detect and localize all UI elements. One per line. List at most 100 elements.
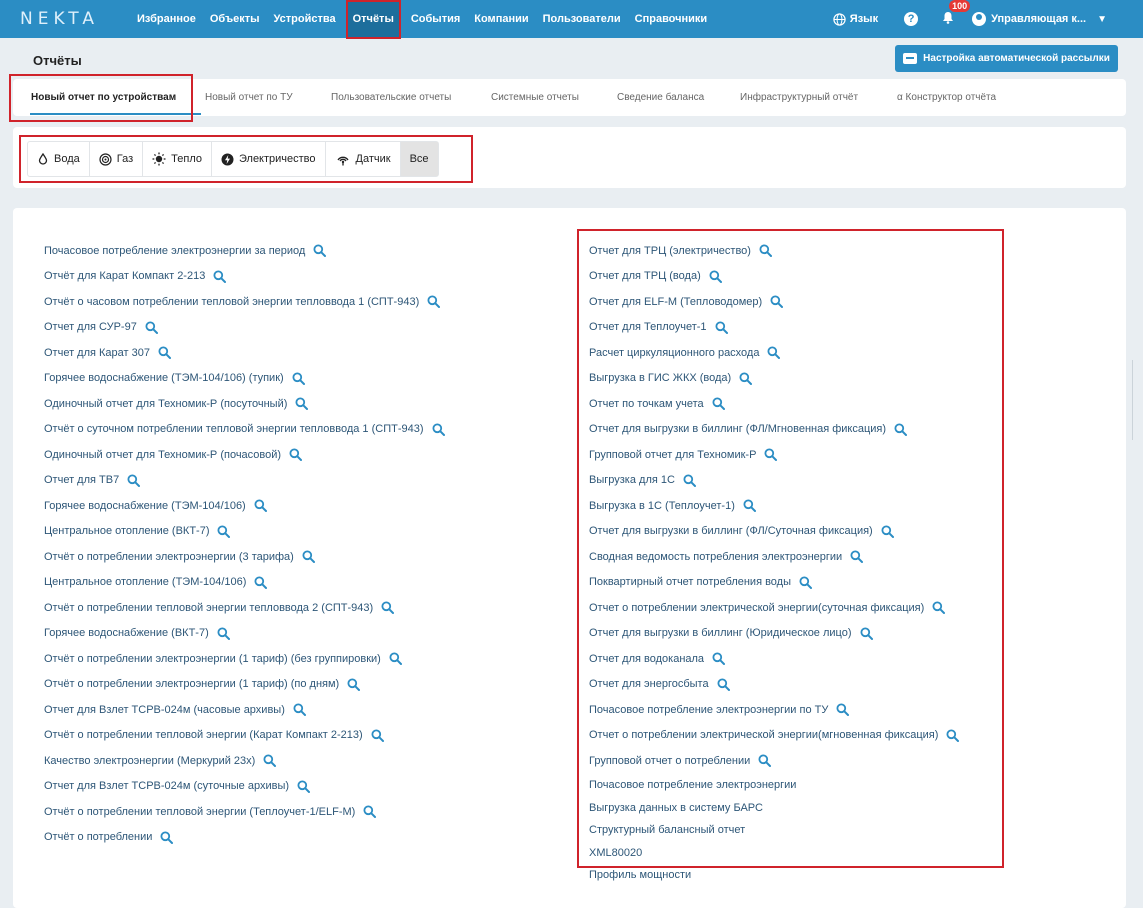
report-link[interactable]: Выгрузка в ГИС ЖКХ (вода) [589, 372, 731, 384]
report-link[interactable]: Групповой отчет о потреблении [589, 755, 750, 767]
report-link[interactable]: Выгрузка в 1С (Теплоучет-1) [589, 500, 735, 512]
search-icon[interactable] [217, 525, 231, 538]
report-item[interactable]: Отчёт о потреблении электроэнергии (1 та… [44, 652, 402, 665]
search-icon[interactable] [263, 754, 277, 767]
tab-infrastructure-report[interactable]: Инфраструктурный отчёт [740, 79, 858, 116]
search-icon[interactable] [158, 346, 171, 359]
report-link[interactable]: Горячее водоснабжение (ТЭМ-104/106) [44, 500, 246, 512]
search-icon[interactable] [932, 601, 946, 614]
report-item[interactable]: Структурный балансный отчет [589, 824, 745, 836]
nav-companies[interactable]: Компании [467, 0, 535, 38]
report-item[interactable]: Отчёт для Карат Компакт 2-213 [44, 270, 227, 283]
report-link[interactable]: Групповой отчет для Техномик-Р [589, 449, 756, 461]
report-item[interactable]: Центральное отопление (ТЭМ-104/106) [44, 576, 268, 589]
report-item[interactable]: Групповой отчет для Техномик-Р [589, 448, 778, 461]
tab-balance-summary[interactable]: Сведение баланса [617, 79, 704, 116]
tab-system-reports[interactable]: Системные отчеты [491, 79, 579, 116]
search-icon[interactable] [297, 780, 311, 793]
report-item[interactable]: Отчет для ТРЦ (вода) [589, 270, 722, 283]
report-item[interactable]: Отчет по точкам учета [589, 397, 725, 410]
search-icon[interactable] [295, 397, 309, 410]
search-icon[interactable] [712, 397, 725, 410]
filter-water[interactable]: Вода [28, 142, 90, 176]
filter-all[interactable]: Все [400, 142, 438, 176]
report-link[interactable]: Отчет для Взлет ТСРВ-024м (суточные архи… [44, 780, 289, 792]
report-link[interactable]: Выгрузка для 1С [589, 474, 675, 486]
tab-device-report[interactable]: Новый отчет по устройствам [31, 79, 176, 116]
nav-events[interactable]: События [404, 0, 467, 38]
search-icon[interactable] [739, 372, 753, 385]
report-link[interactable]: Отчет для ТВ7 [44, 474, 119, 486]
logo[interactable]: NEKTA [20, 9, 99, 29]
search-icon[interactable] [770, 295, 784, 308]
search-icon[interactable] [363, 805, 377, 818]
report-link[interactable]: Отчет о потреблении электрической энерги… [589, 602, 924, 614]
search-icon[interactable] [145, 321, 158, 334]
nav-objects[interactable]: Объекты [203, 0, 267, 38]
filter-electricity[interactable]: Электричество [212, 142, 326, 176]
report-item[interactable]: Профиль мощности [589, 869, 691, 881]
report-link[interactable]: Поквартирный отчет потребления воды [589, 576, 791, 588]
report-item[interactable]: Отчет для Карат 307 [44, 346, 171, 359]
search-icon[interactable] [715, 321, 728, 334]
report-link[interactable]: Отчёт о потреблении тепловой энергии (Ка… [44, 729, 363, 741]
report-item[interactable]: Почасовое потребление электроэнергии [589, 779, 796, 791]
search-icon[interactable] [254, 499, 267, 512]
report-item[interactable]: Качество электроэнергии (Меркурий 23х) [44, 754, 277, 767]
report-link[interactable]: Отчёт о потреблении электроэнергии (1 та… [44, 653, 381, 665]
report-item[interactable]: Отчет для водоканала [589, 652, 726, 665]
search-icon[interactable] [881, 525, 894, 538]
report-link[interactable]: Центральное отопление (ВКТ-7) [44, 525, 209, 537]
search-icon[interactable] [946, 729, 960, 742]
search-icon[interactable] [381, 601, 395, 614]
report-link[interactable]: Отчет для ELF-M (Тепловодомер) [589, 296, 762, 308]
report-item[interactable]: Отчёт о потреблении тепловой энергии (Ка… [44, 729, 384, 742]
report-item[interactable]: Почасовое потребление электроэнергии по … [589, 703, 850, 716]
search-icon[interactable] [289, 448, 303, 461]
report-item[interactable]: Одиночный отчет для Техномик-Р (почасово… [44, 448, 303, 461]
report-item[interactable]: Отчёт о потреблении тепловой энергии (Те… [44, 805, 377, 818]
nav-favorites[interactable]: Избранное [130, 0, 203, 38]
report-link[interactable]: Отчет для СУР-97 [44, 321, 137, 333]
report-item[interactable]: Отчет о потреблении электрической энерги… [589, 601, 946, 614]
report-link[interactable]: Почасовое потребление электроэнергии [589, 779, 796, 791]
report-item[interactable]: Отчет для СУР-97 [44, 321, 158, 334]
report-link[interactable]: Отчет для ТРЦ (электричество) [589, 245, 751, 257]
report-item[interactable]: Отчет для Взлет ТСРВ-024м (часовые архив… [44, 703, 306, 716]
report-link[interactable]: Отчет по точкам учета [589, 398, 704, 410]
report-item[interactable]: Отчёт о потреблении электроэнергии (1 та… [44, 678, 361, 691]
nav-reports[interactable]: Отчёты [345, 0, 401, 39]
report-item[interactable]: Горячее водоснабжение (ВКТ-7) [44, 627, 230, 640]
search-icon[interactable] [213, 270, 227, 283]
report-link[interactable]: Выгрузка данных в систему БАРС [589, 802, 763, 814]
filter-gas[interactable]: Газ [90, 142, 144, 176]
nav-devices[interactable]: Устройства [267, 0, 343, 38]
search-icon[interactable] [850, 550, 864, 563]
report-item[interactable]: Отчет для выгрузки в биллинг (ФЛ/Суточна… [589, 525, 894, 538]
report-item[interactable]: Отчет для выгрузки в биллинг (ФЛ/Мгновен… [589, 423, 908, 436]
report-link[interactable]: Отчёт о часовом потреблении тепловой эне… [44, 296, 419, 308]
report-link[interactable]: Качество электроэнергии (Меркурий 23х) [44, 755, 255, 767]
report-link[interactable]: Отчет для Карат 307 [44, 347, 150, 359]
report-item[interactable]: Отчёт о потреблении [44, 831, 174, 844]
report-link[interactable]: Отчет для выгрузки в биллинг (ФЛ/Мгновен… [589, 423, 886, 435]
report-link[interactable]: Центральное отопление (ТЭМ-104/106) [44, 576, 246, 588]
search-icon[interactable] [293, 703, 306, 716]
report-item[interactable]: Отчет для ELF-M (Тепловодомер) [589, 295, 784, 308]
report-item[interactable]: Горячее водоснабжение (ТЭМ-104/106) [44, 499, 267, 512]
report-item[interactable]: Выгрузка в 1С (Теплоучет-1) [589, 499, 756, 512]
report-link[interactable]: Отчёт о суточном потреблении тепловой эн… [44, 423, 424, 435]
report-item[interactable]: Поквартирный отчет потребления воды [589, 576, 813, 589]
report-item[interactable]: Почасовое потребление электроэнергии за … [44, 244, 327, 257]
report-item[interactable]: Выгрузка для 1С [589, 474, 696, 487]
report-link[interactable]: Отчет для ТРЦ (вода) [589, 270, 701, 282]
search-icon[interactable] [759, 244, 772, 257]
report-item[interactable]: XML80020 [589, 847, 642, 859]
report-item[interactable]: Выгрузка данных в систему БАРС [589, 802, 763, 814]
report-link[interactable]: Отчет о потреблении электрической энерги… [589, 729, 938, 741]
report-item[interactable]: Отчёт о часовом потреблении тепловой эне… [44, 295, 441, 308]
report-item[interactable]: Одиночный отчет для Техномик-Р (посуточн… [44, 397, 309, 410]
search-icon[interactable] [836, 703, 850, 716]
auto-mailing-settings-button[interactable]: Настройка автоматической рассылки [895, 45, 1118, 72]
report-link[interactable]: Почасовое потребление электроэнергии за … [44, 245, 305, 257]
